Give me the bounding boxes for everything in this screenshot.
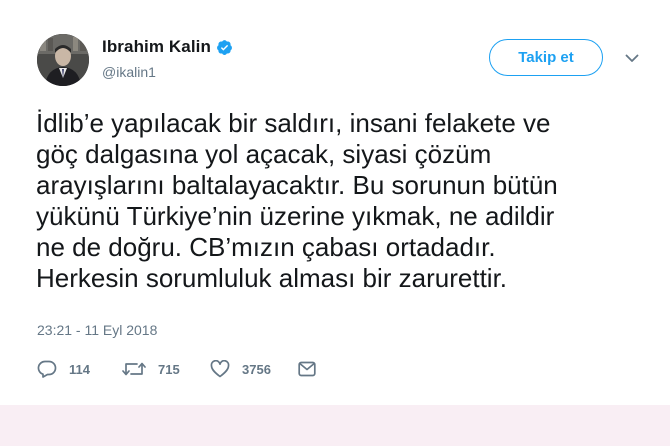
- chevron-down-icon[interactable]: [625, 54, 639, 63]
- tweet-text: İdlib’e yapılacak bir saldırı, insani fe…: [36, 108, 558, 293]
- action-bar: 114 715 3756: [37, 358, 328, 380]
- like-count: 3756: [242, 361, 271, 377]
- tweet-timestamp[interactable]: 23:21 - 11 Eyl 2018: [37, 322, 157, 338]
- follow-button[interactable]: Takip et: [489, 39, 603, 76]
- tweet-card: Ibrahim Kalin @ikalin1 Takip et İdlib’e …: [0, 0, 670, 405]
- like-icon: [210, 360, 230, 378]
- profile-photo-icon: [37, 34, 89, 86]
- verified-badge-icon: [217, 39, 232, 55]
- message-action[interactable]: [298, 361, 328, 377]
- reply-count: 114: [69, 361, 90, 377]
- page-footer-band: [0, 405, 670, 446]
- retweet-action[interactable]: 715: [122, 360, 210, 378]
- avatar[interactable]: [37, 34, 89, 86]
- retweet-icon: [122, 362, 146, 376]
- like-action[interactable]: 3756: [210, 360, 298, 378]
- retweet-count: 715: [158, 361, 180, 377]
- reply-icon: [37, 360, 57, 378]
- reply-action[interactable]: 114: [37, 360, 122, 378]
- message-icon: [298, 361, 316, 377]
- display-name[interactable]: Ibrahim Kalin: [102, 37, 211, 57]
- user-handle[interactable]: @ikalin1: [102, 64, 156, 80]
- name-row: Ibrahim Kalin: [102, 37, 233, 57]
